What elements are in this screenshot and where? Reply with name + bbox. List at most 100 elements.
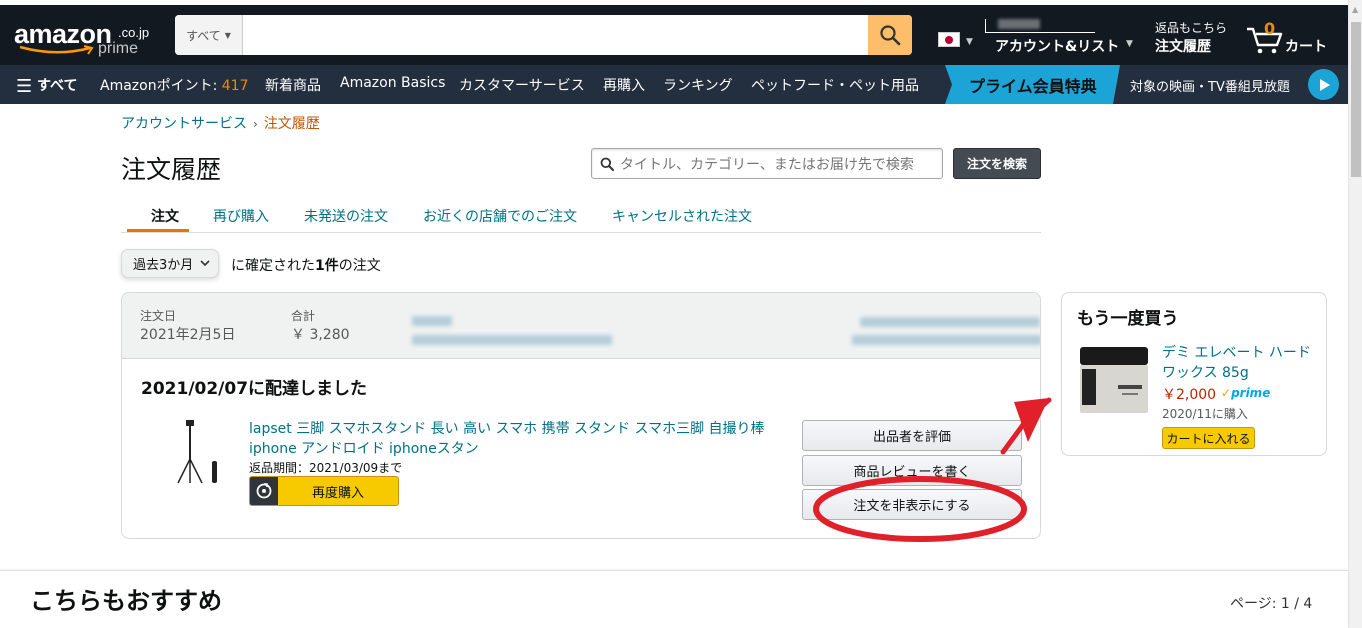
prime-badge: ✓prime [1221,386,1270,400]
orders-label: 注文履歴 [1155,39,1211,55]
subnav-item-rebuy[interactable]: 再購入 [603,75,645,95]
time-period-dropdown[interactable]: 過去3か月 [121,249,219,278]
breadcrumb-separator: › [253,117,258,131]
search-category-dropdown[interactable]: すべて ▼ [175,15,243,55]
chevron-down-icon: ▼ [1126,39,1133,49]
play-icon [1319,78,1330,91]
order-search-button[interactable]: 注文を検索 [953,148,1041,179]
returns-label: 返品もこちら [1155,21,1228,35]
order-count-suffix: の注文 [338,258,381,274]
page-title: 注文履歴 [121,155,222,184]
order-count-text: に確定された1件の注文 [231,255,381,275]
subnav-item-new[interactable]: 新着商品 [265,75,321,95]
rebuy-label: 再度購入 [311,485,364,501]
rate-seller-button[interactable]: 出品者を評価 [802,420,1022,451]
order-total-label: 合計 [291,309,316,323]
play-button[interactable] [1308,69,1339,100]
prime-label: prime [1231,386,1271,400]
tab-buy-again[interactable]: 再び購入 [213,206,269,226]
returns-orders-link[interactable]: 返品もこちら 注文履歴 [1155,19,1227,56]
product-image[interactable] [174,419,224,489]
cart-label: カート [1285,39,1327,55]
return-window: 返品期間：2021/03/09まで [249,461,403,475]
logo-smile-icon [19,45,94,55]
prime-banner[interactable]: プライム会員特典 [945,65,1120,104]
logo-prime: prime [98,40,139,57]
chevron-down-icon: ▼ [966,37,973,47]
tab-local-store[interactable]: お近くの店舗でのご注文 [423,206,577,226]
account-lists-label: アカウント&リスト [995,39,1120,55]
subnav-item-customer-service[interactable]: カスタマーサービス [459,75,585,95]
breadcrumb-current: 注文履歴 [263,116,320,132]
search-input[interactable] [243,15,868,55]
nav-bar: amazon .co.jp prime すべて ▼ ▼ アカウント&リスト ▼ … [0,5,1348,65]
buy-again-product-link[interactable]: デミ エレベート ハードワックス 85g [1162,343,1312,383]
hide-order-button[interactable]: 注文を非表示にする [802,489,1022,520]
redacted-info [412,316,452,326]
order-count-prefix: に確定された [231,258,315,274]
amazon-points-link[interactable]: Amazonポイント: 417 [100,75,248,95]
scrollbar-thumb[interactable] [1351,22,1361,177]
tab-cancelled[interactable]: キャンセルされた注文 [612,206,752,226]
write-review-button[interactable]: 商品レビューを書く [802,455,1022,486]
points-label: Amazonポイント: [100,78,222,94]
chevron-down-icon: ▼ [224,30,231,40]
active-tab-indicator [127,229,189,232]
tab-orders[interactable]: 注文 [151,206,179,226]
subnav-item-pet[interactable]: ペットフード・ペット用品 [751,75,919,95]
product-image[interactable] [1078,345,1150,417]
chevron-down-icon [200,260,210,267]
all-menu-button[interactable]: ☰ すべて [16,75,77,97]
buy-again-heading: もう一度買う [1077,309,1179,329]
order-search-input[interactable] [620,155,930,172]
product-title-link[interactable]: lapset 三脚 スマホスタンド 長い 高い スマホ 携帯 スタンド スマホ三… [249,419,779,459]
rebuy-button[interactable]: 再度購入 [249,476,399,506]
prime-video-promo[interactable]: 対象の映画・TV番組見放題 [1130,76,1290,95]
redacted-info [852,335,1040,345]
scroll-up-icon[interactable]: ▲ [1352,5,1358,14]
buy-again-purchase-date: 2020/11に購入 [1162,407,1248,421]
hamburger-icon: ☰ [16,76,33,97]
time-period-value: 過去3か月 [133,258,194,273]
order-count-number: 1件 [315,258,339,274]
delivery-status: 2021/02/07に配達しました [141,379,368,399]
search-bar: すべて ▼ [175,15,912,55]
add-to-cart-button[interactable]: カートに入れる [1162,427,1255,449]
redacted-info [412,335,612,345]
amazon-logo[interactable]: amazon .co.jp prime [14,17,154,61]
cart-count: 0 [1264,19,1276,38]
buy-again-price: ￥2,000 [1162,387,1217,403]
order-card: 注文日 2021年2月5日 合計 ￥ 3,280 2021/02/07に配達しま… [121,292,1041,539]
order-tabs: 注文 再び購入 未発送の注文 お近くの店舗でのご注文 キャンセルされた注文 [121,200,1041,233]
redacted-name [998,19,1040,29]
prime-banner-label: プライム会員特典 [969,77,1097,96]
all-menu-label: すべて [37,78,78,94]
search-button[interactable] [868,15,912,55]
order-total-value: ￥ 3,280 [291,327,350,343]
subnav-item-basics[interactable]: Amazon Basics [340,75,445,91]
search-icon [880,25,901,46]
language-flag-icon[interactable] [938,32,960,47]
recommend-heading: こちらもおすすめ [30,587,222,615]
page-scrollbar[interactable]: ▲ [1348,0,1362,628]
order-search-box [591,148,943,179]
recommend-page-indicator: ページ: 1 / 4 [1230,596,1313,612]
prime-check-icon: ✓ [1221,386,1232,400]
search-icon [600,157,614,171]
breadcrumb-account-service[interactable]: アカウントサービス [121,116,247,132]
points-value: 417 [221,78,249,94]
rebuy-icon [250,477,278,505]
tab-not-shipped[interactable]: 未発送の注文 [304,206,388,226]
logo-domain: .co.jp [118,25,150,40]
recommend-section: こちらもおすすめ ページ: 1 / 4 [0,570,1348,628]
breadcrumb: アカウントサービス › 注文履歴 [121,113,320,133]
subnav-item-ranking[interactable]: ランキング [663,75,733,95]
order-date-label: 注文日 [140,309,177,323]
search-category-label: すべて [186,28,221,43]
account-greeting [985,19,1095,33]
redacted-info [860,317,1040,327]
cart-link[interactable]: 0 カート [1245,19,1340,57]
order-header: 注文日 2021年2月5日 合計 ￥ 3,280 [122,293,1040,359]
buy-again-widget: もう一度買う デミ エレベート ハードワックス 85g ￥2,000 ✓prim… [1061,292,1327,456]
sub-nav: ☰ すべて Amazonポイント: 417 新着商品 Amazon Basics… [0,65,1348,104]
